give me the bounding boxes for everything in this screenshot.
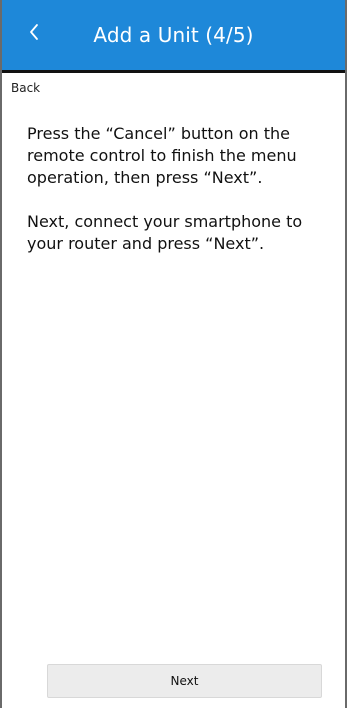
- instructions: Press the “Cancel” button on the remote …: [27, 123, 327, 255]
- app-screen: Add a Unit (4/5) Back Press the “Cancel”…: [0, 0, 347, 708]
- page-title: Add a Unit (4/5): [93, 23, 254, 47]
- instruction-paragraph-1: Press the “Cancel” button on the remote …: [27, 124, 297, 187]
- instruction-paragraph-2: Next, connect your smartphone to your ro…: [27, 212, 303, 253]
- back-link[interactable]: Back: [11, 81, 40, 95]
- next-button[interactable]: Next: [47, 664, 322, 698]
- top-bar: Add a Unit (4/5): [2, 0, 345, 73]
